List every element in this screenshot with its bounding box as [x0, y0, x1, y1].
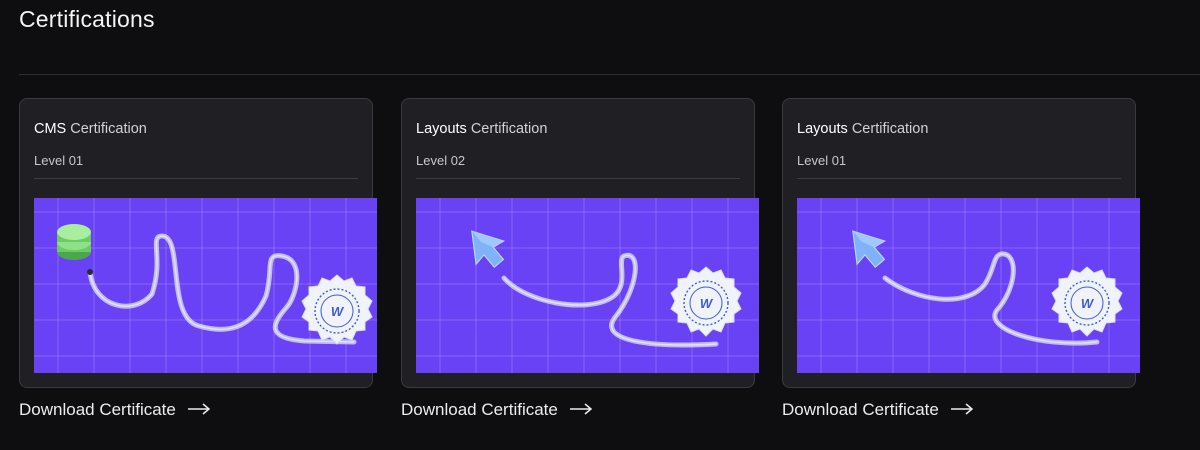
- svg-text:W: W: [1081, 296, 1095, 311]
- card-level: Level 02: [416, 153, 466, 168]
- download-label: Download Certificate: [19, 400, 176, 419]
- certification-card[interactable]: Layouts Certification Level 02 W: [401, 98, 759, 388]
- certificate-artwork: W: [797, 198, 1140, 373]
- arrow-right-icon: [569, 400, 593, 420]
- card-level: Level 01: [34, 153, 84, 168]
- cursor-arrow-icon: [852, 230, 887, 269]
- card-title: Layouts Certification: [416, 121, 547, 137]
- svg-text:W: W: [331, 304, 345, 319]
- card-title-rest: Certification: [466, 121, 548, 137]
- certificate-artwork: W: [34, 198, 377, 373]
- download-label: Download Certificate: [782, 400, 939, 419]
- arrow-right-icon: [187, 400, 211, 420]
- page-title: Certifications: [19, 6, 155, 32]
- cursor-arrow-icon: [471, 230, 506, 269]
- download-certificate-link[interactable]: Download Certificate: [401, 400, 593, 420]
- card-divider: [34, 178, 358, 179]
- card-title-rest: Certification: [847, 121, 929, 137]
- database-stack-icon: [57, 224, 91, 260]
- card-title: Layouts Certification: [797, 121, 928, 137]
- card-title-rest: Certification: [66, 121, 147, 137]
- card-title-strong: CMS: [34, 121, 67, 137]
- download-label: Download Certificate: [401, 400, 558, 419]
- card-title: CMS Certification: [34, 121, 147, 137]
- card-divider: [416, 178, 740, 179]
- download-certificate-link[interactable]: Download Certificate: [19, 400, 211, 420]
- certificate-artwork: W: [416, 198, 759, 373]
- card-level: Level 01: [797, 153, 847, 168]
- download-certificate-link[interactable]: Download Certificate: [782, 400, 974, 420]
- certification-card[interactable]: Layouts Certification Level 01 W: [782, 98, 1140, 388]
- certificate-seal-icon: W: [670, 266, 742, 337]
- card-title-strong: Layouts: [416, 121, 467, 137]
- svg-text:W: W: [700, 296, 714, 311]
- certification-card[interactable]: CMS Certification Level 01 W: [19, 98, 377, 388]
- arrow-right-icon: [950, 400, 974, 420]
- certificate-seal-icon: W: [1051, 266, 1123, 337]
- header-divider: [19, 74, 1200, 75]
- card-title-strong: Layouts: [797, 121, 848, 137]
- card-divider: [797, 178, 1121, 179]
- certificate-seal-icon: W: [301, 274, 373, 345]
